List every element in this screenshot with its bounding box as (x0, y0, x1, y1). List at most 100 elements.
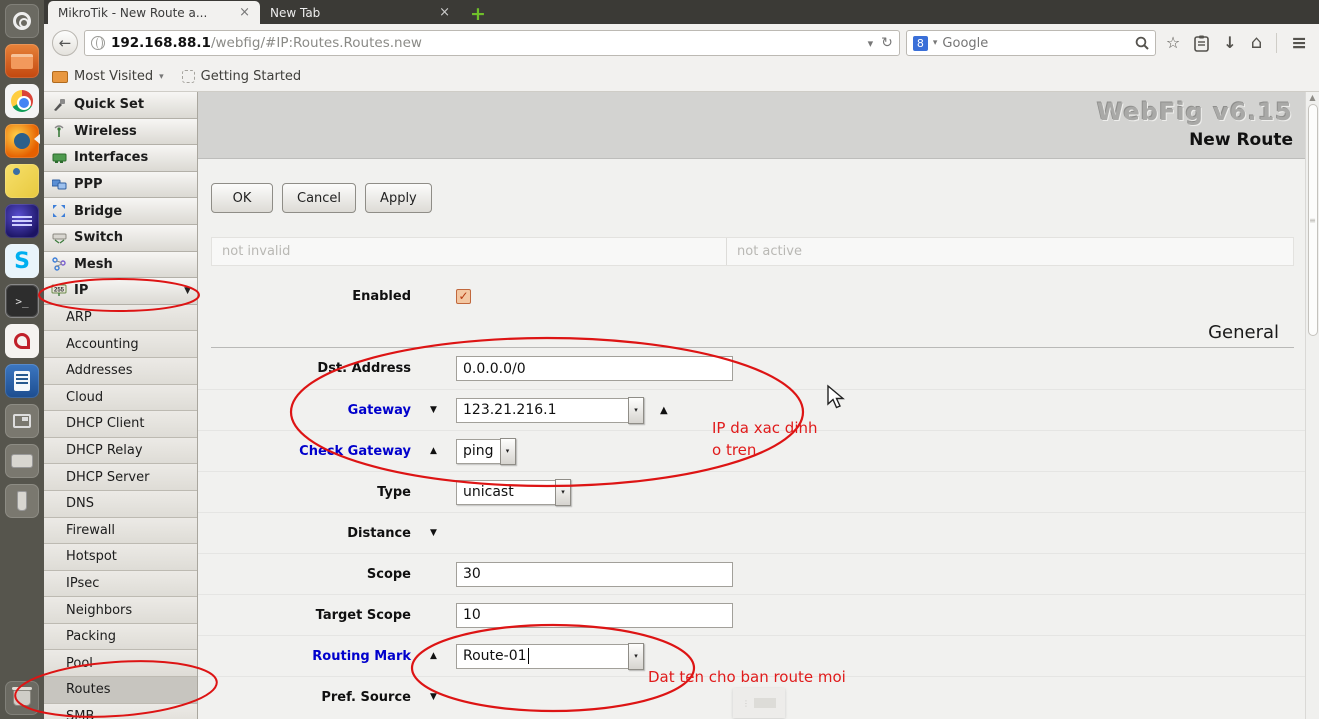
bookmark-most-visited[interactable]: Most Visited ▾ (52, 69, 164, 84)
scrollbar-thumb[interactable]: ≡ (1307, 104, 1318, 336)
menu-icon[interactable]: ≡ (1291, 33, 1307, 53)
disk-utility-icon[interactable] (5, 444, 39, 478)
ok-button[interactable]: OK (211, 183, 273, 213)
routing-mark-dropdown-button[interactable]: ▾ (628, 642, 644, 670)
home-icon[interactable]: ⌂ (1251, 34, 1262, 52)
dropdown-icon: ▾ (634, 652, 638, 660)
sidebar-item-dhcp-relay[interactable]: DHCP Relay (44, 437, 197, 465)
url-bar[interactable]: 192.168.88.1/webfig/#IP:Routes.Routes.ne… (84, 30, 900, 56)
gateway-dropdown-button[interactable]: ▾ (628, 396, 644, 424)
search-input[interactable] (942, 35, 1130, 51)
terminal-icon[interactable]: >_ (5, 284, 39, 318)
eclipse-icon[interactable] (5, 204, 39, 238)
svg-text:255: 255 (54, 288, 65, 294)
sidebar-item-ip[interactable]: 255 IP ▼ (44, 278, 197, 305)
url-dropdown-icon[interactable]: ▾ (868, 37, 874, 50)
reload-icon[interactable]: ↻ (881, 35, 893, 51)
dst-address-input[interactable] (456, 356, 733, 381)
form-row-check-gateway: Check Gateway ▲ ping ▾ (198, 430, 1305, 471)
sidebar-item-arp[interactable]: ARP (44, 304, 197, 332)
status-active: not active (737, 244, 802, 259)
status-bar: not invalid not active (211, 237, 1294, 266)
gateway-collapse-icon[interactable]: ▼ (411, 405, 456, 415)
new-tab-button[interactable]: + (470, 4, 486, 24)
sidebar-item-neighbors[interactable]: Neighbors (44, 597, 197, 624)
tab-title: MikroTik - New Route a... (58, 5, 208, 20)
distance-expand-icon[interactable]: ▼ (411, 528, 456, 538)
form-row-gateway: Gateway ▼ ▾ ▲ (198, 389, 1305, 430)
chrome-icon[interactable] (5, 84, 39, 118)
gateway-label: Gateway (347, 402, 411, 418)
routing-mark-label: Routing Mark (312, 648, 411, 664)
sidebar-item-hotspot[interactable]: Hotspot (44, 544, 197, 571)
sidebar-item-addresses[interactable]: Addresses (44, 357, 197, 385)
sidebar-item-accounting[interactable]: Accounting (44, 331, 197, 358)
gateway-input[interactable] (456, 397, 629, 423)
firefox-icon[interactable] (5, 124, 40, 158)
sidebar-item-ppp[interactable]: PPP (44, 171, 197, 199)
trash-icon[interactable] (5, 681, 39, 715)
type-select[interactable]: unicast (456, 479, 556, 505)
tab-close-icon[interactable]: × (439, 5, 450, 20)
enabled-checkbox[interactable]: ✓ (456, 288, 471, 304)
search-icon[interactable] (1135, 36, 1149, 50)
bookmark-star-icon[interactable]: ☆ (1166, 35, 1180, 51)
dash-home-icon[interactable] (5, 4, 39, 38)
engine-dropdown-icon[interactable]: ▾ (933, 38, 938, 48)
sidebar-item-packing[interactable]: Packing (44, 623, 197, 651)
dropdown-icon: ▾ (505, 447, 510, 455)
webfig-header: WebFig v6.15 New Route (198, 92, 1305, 159)
libreoffice-writer-icon[interactable] (5, 364, 39, 398)
bridge-icon (50, 204, 68, 218)
tab-new-tab[interactable]: New Tab × (260, 1, 460, 24)
bookmarks-clipboard-icon[interactable] (1194, 35, 1210, 52)
scroll-up-icon[interactable]: ▲ (1309, 93, 1315, 102)
page-content: Quick Set Wireless Interfaces PPP Bridge… (44, 92, 1319, 719)
page-scrollbar: ▲ ≡ (1305, 92, 1319, 719)
sidebar-item-ipsec[interactable]: IPsec (44, 570, 197, 598)
routing-mark-input[interactable]: Route-01 (456, 643, 629, 669)
gateway-remove-icon[interactable]: ▲ (660, 405, 668, 416)
files-icon[interactable] (5, 44, 39, 78)
downloads-icon[interactable]: ↓ (1223, 35, 1236, 51)
workspace-switcher-icon[interactable] (5, 404, 39, 438)
sidebar-item-interfaces[interactable]: Interfaces (44, 145, 197, 172)
apply-button[interactable]: Apply (365, 183, 432, 213)
sidebar-item-routes[interactable]: Routes (44, 677, 197, 704)
url-host: 192.168.88.1 (111, 35, 211, 51)
target-scope-input[interactable] (456, 602, 733, 628)
check-gateway-dropdown-button[interactable]: ▾ (499, 437, 516, 465)
bookmark-getting-started[interactable]: Getting Started (181, 69, 301, 84)
skype-icon[interactable]: S (5, 244, 39, 278)
sidebar-item-switch[interactable]: Switch (44, 224, 197, 252)
sidebar-item-cloud[interactable]: Cloud (44, 384, 197, 412)
pref-source-expand-icon[interactable]: ▼ (411, 692, 456, 702)
cancel-button[interactable]: Cancel (282, 183, 357, 213)
tab-mikrotik[interactable]: MikroTik - New Route a... × (48, 1, 260, 24)
routing-mark-collapse-icon[interactable]: ▲ (411, 651, 456, 661)
tab-close-icon[interactable]: × (239, 5, 250, 20)
search-bar[interactable]: 8 ▾ (905, 30, 1156, 56)
scope-label: Scope (366, 566, 411, 582)
mesh-icon (50, 257, 68, 272)
scope-input[interactable] (456, 561, 733, 587)
target-scope-label: Target Scope (315, 607, 411, 623)
check-gateway-collapse-icon[interactable]: ▲ (411, 446, 456, 456)
sidebar-item-mesh[interactable]: Mesh (44, 251, 197, 279)
sidebar-item-dns[interactable]: DNS (44, 490, 197, 518)
type-dropdown-button[interactable]: ▾ (555, 478, 571, 506)
sidebar-item-bridge[interactable]: Bridge (44, 198, 197, 225)
back-button[interactable]: ← (52, 30, 78, 56)
sidebar-item-smb[interactable]: SMB (44, 703, 197, 719)
sidebar-item-firewall[interactable]: Firewall (44, 517, 197, 545)
usb-drive-icon[interactable] (5, 484, 39, 518)
check-gateway-select[interactable]: ping (456, 438, 501, 464)
ip-expanded-icon: ▼ (184, 285, 191, 296)
sidebar-item-wireless[interactable]: Wireless (44, 118, 197, 146)
sticky-notes-icon[interactable] (5, 164, 39, 198)
sidebar-item-pool[interactable]: Pool (44, 650, 197, 678)
document-viewer-icon[interactable] (5, 324, 39, 358)
sidebar-item-dhcp-server[interactable]: DHCP Server (44, 464, 197, 491)
sidebar-item-quick-set[interactable]: Quick Set (44, 92, 197, 119)
sidebar-item-dhcp-client[interactable]: DHCP Client (44, 411, 197, 438)
